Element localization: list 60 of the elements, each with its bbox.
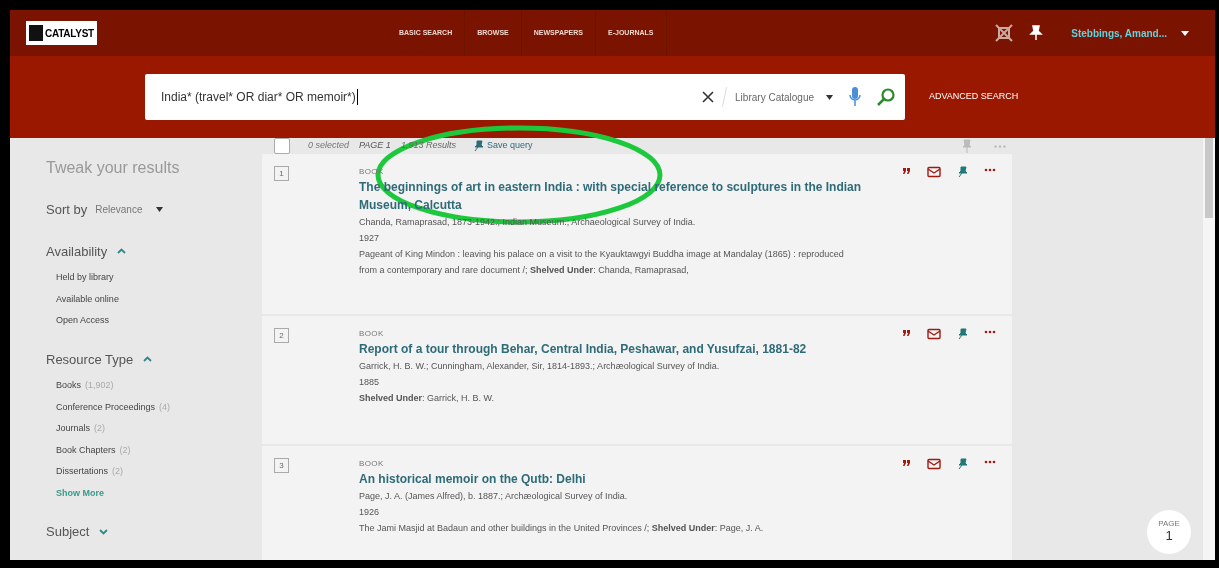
facet-heading[interactable]: Resource Type (46, 349, 134, 369)
quote-icon[interactable] (902, 458, 911, 467)
more-icon[interactable] (984, 328, 996, 336)
scope-dropdown[interactable]: Library Catalogue (735, 89, 814, 105)
more-icon[interactable] (984, 166, 996, 174)
caret-icon[interactable] (826, 94, 833, 100)
facet-item[interactable]: Book Chapters (2) (56, 443, 262, 457)
save-query-button[interactable]: Save query (473, 139, 533, 153)
resource-type: BOOK (359, 328, 384, 340)
select-all-checkbox[interactable] (274, 138, 290, 154)
result-detail: Garrick, H. B. W.; Cunningham, Alexander, Sir, 1814-1893.; Archæological Survey of India. (359, 360, 720, 373)
user-menu[interactable]: Stebbings, Amand... (1071, 25, 1167, 41)
logo[interactable]: CATALYST (26, 21, 97, 45)
envelope-icon[interactable] (927, 328, 941, 340)
clear-icon[interactable] (702, 91, 715, 103)
sort-label: Sort by (46, 201, 88, 219)
search-field[interactable]: India* (travel* OR diar* OR memoir*) Library Catalogue (145, 74, 905, 120)
result-number: 1 (274, 166, 289, 181)
caret-icon[interactable] (1181, 30, 1189, 36)
advanced-search-link[interactable]: ADVANCED SEARCH (929, 90, 1019, 104)
result-title-link[interactable]: An historical memoir on the Qutb: Delhi (359, 470, 586, 488)
search-icon[interactable] (877, 88, 895, 106)
pin-icon[interactable] (957, 328, 968, 340)
resource-type: BOOK (359, 458, 384, 470)
result-detail: The Jami Masjid at Badaun and other buildings in the United Provinces /; Shelved Under: Page, J. A. (359, 522, 764, 535)
page-indicator: PAGE 1 (1147, 510, 1191, 554)
result-title-link[interactable]: Report of a tour through Behar, Central India, Peshawar, and Yusufzai, 1881-82 (359, 340, 807, 358)
microphone-icon[interactable] (849, 87, 861, 107)
pin-icon[interactable] (957, 166, 968, 178)
result-detail: Pageant of King Mindon : leaving his palace on a visit to the Kyauktawgyi Buddha image at Mandalay (1865) : reproduced from a contemporary and rare document /; Shelved Under: Chanda, Ramaprasad, (359, 248, 845, 277)
result-detail: 1927 (359, 232, 380, 245)
envelope-icon[interactable] (927, 166, 941, 178)
facet-item[interactable]: Books (1,902) (56, 379, 262, 393)
logo-mark-icon (29, 25, 43, 41)
pin-icon[interactable] (957, 458, 968, 470)
facet-heading[interactable]: Subject (46, 522, 90, 542)
facet-item[interactable]: Available online (56, 292, 262, 306)
facet-item[interactable]: Held by library (56, 271, 262, 285)
result-number: 2 (274, 328, 289, 343)
quote-icon[interactable] (902, 166, 911, 175)
chevron-up-icon[interactable] (117, 248, 127, 255)
result-detail: 1926 (359, 506, 380, 519)
envelope-icon[interactable] (927, 458, 941, 470)
more-icon[interactable] (984, 458, 996, 466)
facet-item[interactable]: Open Access (56, 314, 262, 328)
quote-icon[interactable] (902, 328, 911, 337)
chevron-up-icon[interactable] (143, 356, 153, 363)
result-detail: Page, J. A. (James Alfred), b. 1887.; Archæological Survey of India. (359, 490, 628, 503)
caret-icon[interactable] (156, 207, 164, 213)
result-number: 3 (274, 458, 289, 473)
page-label: PAGE 1 (359, 139, 391, 153)
sidebar-title: Tweak your results (46, 158, 181, 178)
chevron-down-icon[interactable] (99, 528, 109, 535)
selected-count: 0 selected (308, 139, 350, 153)
result-detail: 1885 (359, 376, 380, 389)
result-detail: Shelved Under: Garrick, H. B. W. (359, 392, 495, 405)
facet-heading[interactable]: Availability (46, 241, 108, 261)
cross-logo-icon[interactable] (993, 22, 1016, 44)
pin-icon (473, 140, 484, 152)
sort-dropdown[interactable]: Relevance (95, 202, 143, 218)
